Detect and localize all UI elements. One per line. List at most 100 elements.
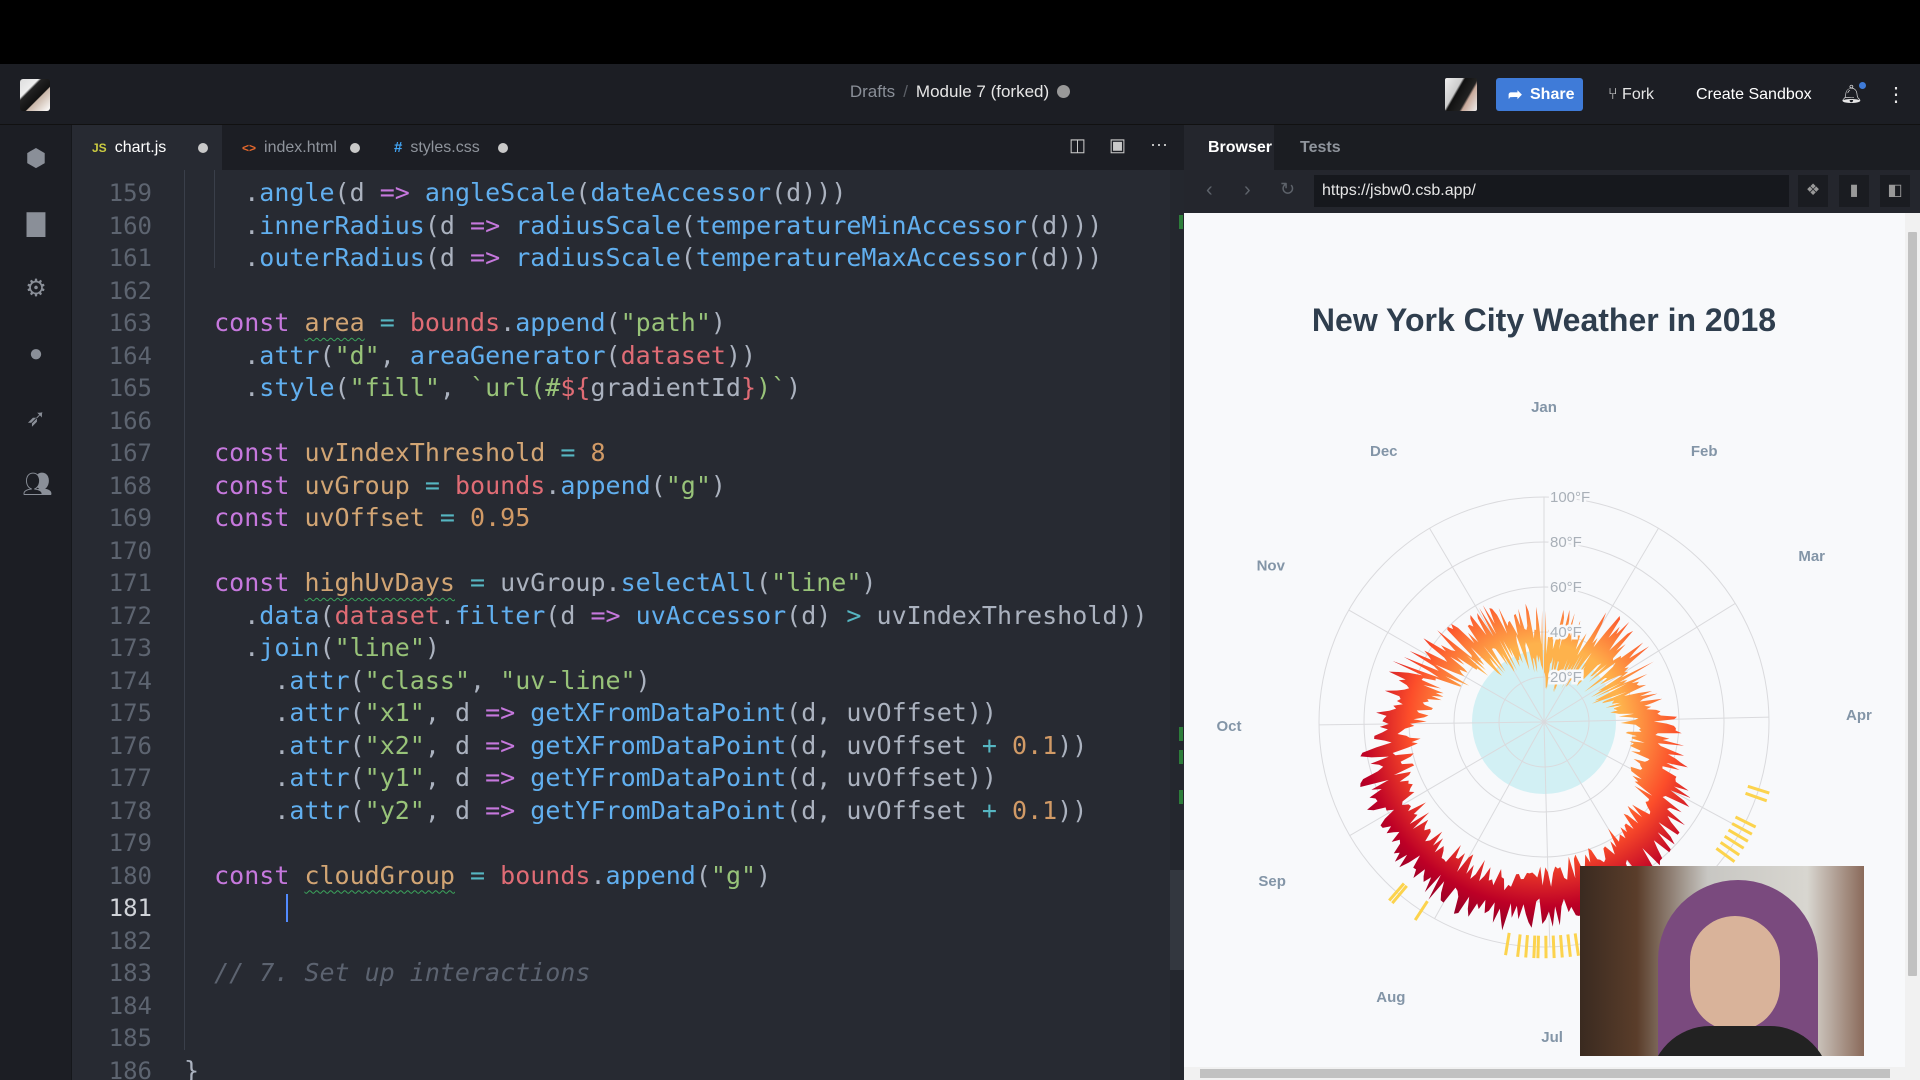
- code-token: ,: [816, 698, 832, 727]
- code-line[interactable]: .angle(d => angleScale(dateAccessor(d))): [184, 177, 846, 210]
- sandbox-title[interactable]: Module 7 (forked): [916, 82, 1049, 101]
- code-token: (: [349, 730, 365, 760]
- code-line[interactable]: .join("line"): [184, 632, 440, 665]
- breadcrumb-drafts[interactable]: Drafts: [850, 82, 895, 101]
- code-line[interactable]: .style("fill", `url(#${gradientId})`): [184, 372, 801, 405]
- code-line[interactable]: .attr("y1", d => getYFromDataPoint(d, uv…: [184, 762, 997, 795]
- code-token: const: [214, 860, 290, 890]
- code-token: (: [756, 568, 772, 597]
- file-icon[interactable]: ▇: [22, 210, 50, 238]
- month-label: Mar: [1798, 548, 1825, 565]
- code-token: uvOffset: [304, 503, 425, 532]
- breadcrumb-separator: /: [903, 82, 908, 101]
- code-line[interactable]: .attr("x2", d => getXFromDataPoint(d, uv…: [184, 730, 1087, 763]
- editor-scrollbar-thumb[interactable]: [1170, 870, 1184, 970]
- tab-styles-css[interactable]: # styles.css: [374, 125, 524, 170]
- code-line[interactable]: .data(dataset.filter(d => uvAccessor(d) …: [184, 600, 1147, 633]
- fullscreen-icon[interactable]: ◧: [1880, 175, 1910, 207]
- month-label: Jul: [1541, 1029, 1563, 1046]
- code-token: ): [1057, 210, 1073, 240]
- code-line[interactable]: .attr("class", "uv-line"): [184, 665, 650, 698]
- code-line[interactable]: .attr("d", areaGenerator(dataset)): [184, 340, 756, 373]
- split-view-icon[interactable]: ◫: [1069, 135, 1086, 156]
- back-icon[interactable]: ‹: [1206, 179, 1213, 202]
- code-line[interactable]: const area = bounds.append("path"): [184, 307, 726, 340]
- forward-icon[interactable]: ›: [1244, 179, 1251, 202]
- preview-horizontal-thumb[interactable]: [1200, 1069, 1890, 1078]
- unsaved-dot-icon[interactable]: [498, 143, 508, 153]
- code-token: ,: [424, 795, 440, 825]
- gear-icon[interactable]: ⚙: [22, 275, 50, 303]
- tab-tests[interactable]: Tests: [1300, 125, 1365, 170]
- line-number: 164: [108, 341, 152, 370]
- new-window-icon[interactable]: ▮: [1839, 175, 1869, 207]
- code-token: ): [816, 178, 832, 207]
- code-line[interactable]: const uvIndexThreshold = 8: [184, 437, 605, 470]
- code-line[interactable]: [184, 892, 214, 925]
- create-sandbox-button[interactable]: Create Sandbox: [1686, 78, 1822, 111]
- codesandbox-icon[interactable]: ❖: [1798, 175, 1828, 207]
- code-token: (: [319, 600, 335, 630]
- code-token: =>: [470, 243, 501, 272]
- code-line[interactable]: const uvOffset = 0.95: [184, 502, 530, 535]
- globe-icon[interactable]: [1057, 85, 1071, 98]
- github-icon[interactable]: ●: [22, 340, 50, 368]
- avatar[interactable]: [1445, 78, 1477, 111]
- chart-title: New York City Weather in 2018: [1312, 302, 1776, 338]
- more-menu-icon[interactable]: ⋮: [1886, 82, 1906, 107]
- code-editor[interactable]: 159 .angle(d => angleScale(dateAccessor(…: [72, 170, 1184, 1080]
- code-token: ,: [816, 763, 832, 792]
- open-preview-icon[interactable]: ▣: [1109, 135, 1126, 156]
- code-token: d: [455, 795, 471, 825]
- code-token: bounds: [409, 308, 501, 337]
- fork-button[interactable]: ⑂ Fork: [1600, 78, 1662, 111]
- code-token: uvGroup: [500, 568, 606, 597]
- code-token: 0.95: [470, 503, 531, 532]
- code-token: .: [274, 730, 290, 760]
- code-token: )`: [756, 373, 787, 402]
- more-actions-icon[interactable]: ⋯: [1150, 135, 1168, 156]
- code-token: (: [349, 795, 365, 825]
- code-line[interactable]: // 7. Set up interactions: [184, 957, 590, 990]
- code-token: "y1": [364, 763, 425, 792]
- refresh-icon[interactable]: ↻: [1280, 179, 1295, 200]
- rocket-icon[interactable]: ➶: [22, 405, 50, 433]
- share-button[interactable]: ➦ Share: [1496, 78, 1583, 111]
- code-line[interactable]: .attr("y2", d => getYFromDataPoint(d, uv…: [184, 795, 1087, 828]
- code-token: ,: [424, 698, 440, 727]
- unsaved-dot-icon[interactable]: [198, 143, 208, 153]
- code-line[interactable]: .outerRadius(d => radiusScale(temperatur…: [184, 242, 1102, 275]
- code-line[interactable]: const uvGroup = bounds.append("g"): [184, 470, 726, 503]
- tab-browser[interactable]: Browser: [1184, 125, 1274, 170]
- uv-line: [1413, 900, 1429, 921]
- code-line[interactable]: const highUvDays = uvGroup.selectAll("li…: [184, 567, 876, 600]
- cube-icon[interactable]: ⬢: [22, 145, 50, 173]
- code-line[interactable]: const cloudGroup = bounds.append("g"): [184, 860, 771, 893]
- url-input[interactable]: [1314, 175, 1789, 207]
- code-token: uvIndexThreshold: [304, 438, 546, 467]
- code-token: uvIndexThreshold: [876, 600, 1118, 630]
- webcam-overlay: [1580, 866, 1864, 1056]
- code-token: bounds: [454, 470, 546, 500]
- line-number: 166: [108, 406, 152, 435]
- users-icon[interactable]: 👥︎: [22, 471, 52, 499]
- presenter-face: [1690, 916, 1780, 1031]
- code-line[interactable]: .attr("x1", d => getXFromDataPoint(d, uv…: [184, 697, 997, 730]
- code-line[interactable]: .innerRadius(d => radiusScale(temperatur…: [184, 210, 1102, 243]
- code-line[interactable]: }: [184, 1055, 199, 1080]
- code-token: d: [439, 210, 455, 240]
- notifications-bell-icon[interactable]: 🔔︎: [1840, 82, 1866, 105]
- unsaved-dot-icon[interactable]: [350, 143, 360, 153]
- code-token: }: [184, 1055, 200, 1080]
- tab-chart-js[interactable]: JS chart.js: [72, 125, 222, 170]
- tab-index-html[interactable]: <> index.html: [222, 125, 374, 170]
- code-token: (: [334, 178, 350, 207]
- preview-scrollbar-thumb[interactable]: [1908, 232, 1917, 976]
